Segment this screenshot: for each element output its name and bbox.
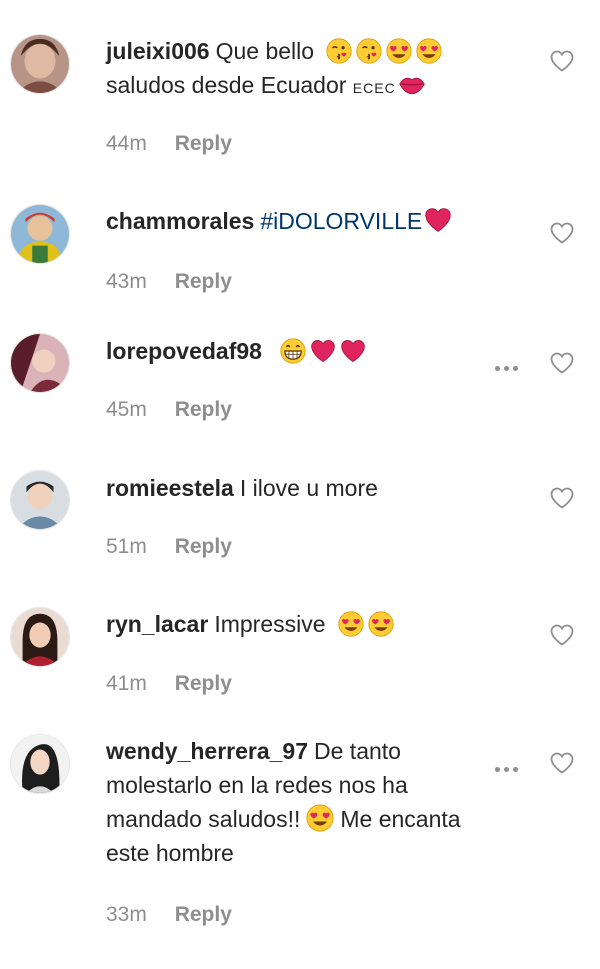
comment-username[interactable]: romieestela [106,475,234,501]
avatar[interactable] [10,333,70,393]
comment-body: juleixi006 Que bello saludos desde Ecuado… [106,34,506,105]
comment-text: Impressive [214,611,326,637]
comment-meta: 45m Reply [106,398,232,422]
comment-username[interactable]: lorepovedaf98 [106,338,262,364]
reply-button[interactable]: Reply [175,398,232,421]
like-heart-icon[interactable] [550,50,574,72]
comment-text: I ilove u more [239,475,378,501]
grinning-emoji [280,338,306,364]
like-heart-icon[interactable] [550,487,574,509]
comment-time[interactable]: 43m [106,270,147,293]
comment-text-line2: saludos desde Ecuador [106,72,347,98]
comment-meta: 33m Reply [106,903,232,927]
comment-text: Que bello [215,38,315,64]
like-heart-icon[interactable] [550,352,574,374]
more-options-icon[interactable] [495,358,525,371]
heart-eyes-emoji [368,611,394,637]
reply-button[interactable]: Reply [175,132,232,155]
comment-body: chammorales #iDOLORVILLE [106,204,506,238]
comment-meta: 51m Reply [106,535,232,559]
like-heart-icon[interactable] [550,624,574,646]
emoji-group [326,38,442,64]
comment-body: wendy_herrera_97 De tanto molestarlo en l… [106,734,466,870]
more-options-icon[interactable] [495,759,525,772]
comment-time[interactable]: 44m [106,132,147,155]
comment-time[interactable]: 41m [106,672,147,695]
avatar[interactable] [10,470,70,530]
kissing-wink-emoji [356,38,382,64]
reply-button[interactable]: Reply [175,672,232,695]
kissing-wink-emoji [326,38,352,64]
comment-username[interactable]: ryn_lacar [106,611,208,637]
reply-button[interactable]: Reply [175,535,232,558]
red-heart-emoji [340,338,366,364]
avatar[interactable] [10,204,70,264]
kiss-lips-emoji [398,70,426,98]
comment-meta: 44m Reply [106,132,232,156]
heart-eyes-emoji [386,38,412,64]
comment-username[interactable]: juleixi006 [106,38,210,64]
emoji-group [338,611,394,637]
comment-small-text: ECEC [352,80,396,96]
comment-meta: 43m Reply [106,270,232,294]
reply-button[interactable]: Reply [175,903,232,926]
comment-body: romieestela I ilove u more [106,471,506,505]
comment-body: ryn_lacar Impressive [106,607,506,641]
hashtag-link[interactable]: #iDOLORVILLE [260,208,422,234]
comment-time[interactable]: 51m [106,535,147,558]
heart-eyes-emoji [306,804,334,832]
like-heart-icon[interactable] [550,222,574,244]
heart-eyes-emoji [416,38,442,64]
emoji-group [280,338,366,364]
reply-button[interactable]: Reply [175,270,232,293]
comment-username[interactable]: wendy_herrera_97 [106,738,308,764]
heart-eyes-emoji [338,611,364,637]
avatar[interactable] [10,607,70,667]
avatar[interactable] [10,734,70,794]
comment-time[interactable]: 33m [106,903,147,926]
red-heart-emoji [424,206,452,234]
comment-body: lorepovedaf98 [106,334,506,368]
comments-list: juleixi006 Que bello saludos desde Ecuado… [0,0,600,969]
comment-username[interactable]: chammorales [106,208,254,234]
like-heart-icon[interactable] [550,752,574,774]
avatar[interactable] [10,34,70,94]
comment-meta: 41m Reply [106,672,232,696]
red-heart-emoji [310,338,336,364]
comment-time[interactable]: 45m [106,398,147,421]
